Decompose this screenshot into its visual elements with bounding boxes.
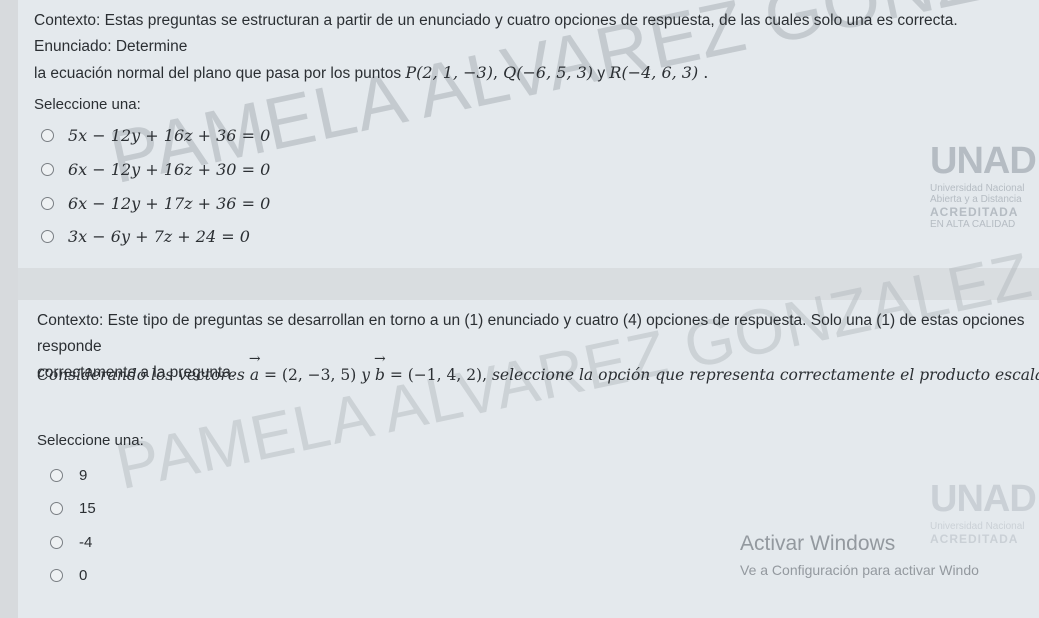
question-1-statement: la ecuación normal del plano que pasa po… bbox=[34, 65, 402, 82]
q2-radio-4[interactable] bbox=[50, 568, 63, 582]
seleccione-label-1: Seleccione una: bbox=[34, 96, 141, 113]
question-separator bbox=[18, 268, 1039, 300]
q2-option-2-label: 15 bbox=[79, 499, 96, 517]
q2-option-3-label: -4 bbox=[79, 533, 93, 551]
y-word-2: y bbox=[361, 366, 370, 384]
q1-option-3-label: 6x − 12y + 17z + 36 = 0 bbox=[68, 193, 271, 213]
windows-activation-notice: Activar Windows Ve a Configuración para … bbox=[740, 532, 979, 578]
question-1-context-line2: la ecuación normal del plano que pasa po… bbox=[34, 60, 1034, 87]
q2-statement-prefix: Considerando los vectores bbox=[37, 366, 245, 384]
vector-a-value: = (2, −3, 5) bbox=[264, 366, 357, 384]
point-r: R(−4, 6, 3) bbox=[609, 63, 699, 82]
question-2-statement: Considerando los vectores a = (2, −3, 5)… bbox=[37, 351, 1039, 384]
q1-option-1[interactable]: 5x − 12y + 16z + 36 = 0 bbox=[41, 124, 270, 146]
vector-b: b bbox=[374, 351, 386, 384]
q1-radio-2[interactable] bbox=[41, 162, 54, 176]
question-1-context-line1: Contexto: Estas preguntas se estructuran… bbox=[34, 12, 958, 55]
q2-radio-1[interactable] bbox=[50, 468, 63, 482]
point-q: Q(−6, 5, 3) bbox=[503, 63, 594, 82]
q2-option-4[interactable]: 0 bbox=[50, 564, 87, 586]
q2-radio-3[interactable] bbox=[50, 535, 63, 549]
q2-option-2[interactable]: 15 bbox=[50, 497, 96, 519]
q1-option-2[interactable]: 6x − 12y + 16z + 30 = 0 bbox=[41, 158, 270, 180]
q1-radio-1[interactable] bbox=[41, 128, 54, 142]
q1-radio-3[interactable] bbox=[41, 196, 54, 210]
q1-option-4-label: 3x − 6y + 7z + 24 = 0 bbox=[68, 226, 250, 246]
q1-option-4[interactable]: 3x − 6y + 7z + 24 = 0 bbox=[41, 225, 250, 247]
q1-option-2-label: 6x − 12y + 16z + 30 = 0 bbox=[68, 159, 271, 179]
q2-option-1-label: 9 bbox=[79, 466, 88, 484]
comma-1: , bbox=[492, 63, 504, 82]
point-p: P(2, 1, −3) bbox=[405, 63, 493, 82]
windows-activation-title: Activar Windows bbox=[740, 532, 896, 555]
seleccione-label-2: Seleccione una: bbox=[37, 432, 144, 449]
q2-radio-2[interactable] bbox=[50, 501, 63, 515]
question-2-context-line1: Contexto: Este tipo de preguntas se desa… bbox=[37, 312, 1025, 355]
left-margin bbox=[0, 0, 18, 618]
q2-statement-suffix: seleccione la opción que representa corr… bbox=[491, 366, 1039, 384]
q2-option-3[interactable]: -4 bbox=[50, 531, 92, 553]
period-1: . bbox=[698, 63, 709, 82]
q1-option-3[interactable]: 6x − 12y + 17z + 36 = 0 bbox=[41, 192, 270, 214]
windows-activation-subtitle: Ve a Configuración para activar Windo bbox=[740, 562, 979, 578]
vector-b-value: = (−1, 4, 2), bbox=[389, 366, 488, 384]
q1-option-1-label: 5x − 12y + 16z + 36 = 0 bbox=[68, 125, 271, 145]
q1-radio-4[interactable] bbox=[41, 229, 54, 243]
question-1-context: Contexto: Estas preguntas se estructuran… bbox=[34, 8, 1034, 87]
y-word-1: y bbox=[597, 65, 606, 82]
q2-option-4-label: 0 bbox=[79, 566, 88, 584]
q2-option-1[interactable]: 9 bbox=[50, 464, 87, 486]
vector-a: a bbox=[249, 351, 261, 384]
